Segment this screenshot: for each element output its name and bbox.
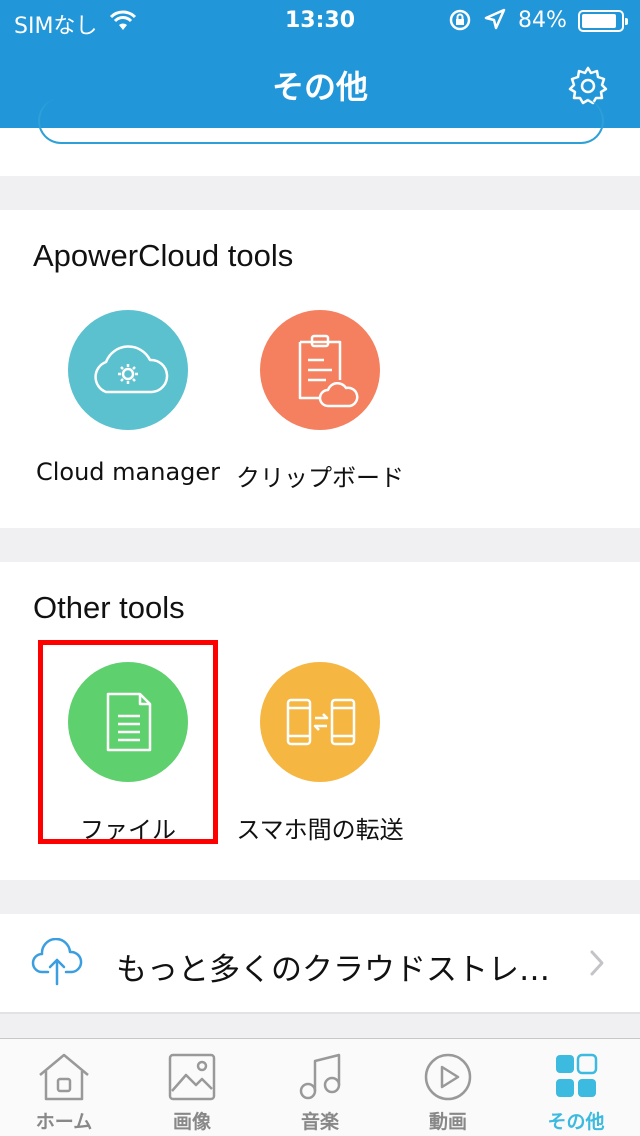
clipboard-tool[interactable]: クリップボード	[220, 310, 420, 493]
tab-label: 動画	[428, 1111, 467, 1133]
chevron-right-icon	[588, 948, 606, 982]
section-title: ApowerCloud tools	[33, 238, 294, 273]
tab-video[interactable]: 動画	[384, 1039, 512, 1136]
tab-music[interactable]: 音楽	[256, 1039, 384, 1136]
home-icon	[39, 1053, 89, 1101]
tool-label: クリップボード	[236, 464, 404, 492]
music-icon	[299, 1053, 341, 1100]
tab-images[interactable]: 画像	[128, 1039, 256, 1136]
phone-transfer-tool[interactable]: スマホ間の転送	[220, 662, 420, 845]
phone-transfer-icon	[260, 662, 380, 782]
tool-label: スマホ間の転送	[236, 816, 404, 844]
more-cloud-storage-row[interactable]: もっと多くのクラウドストレ…	[0, 914, 640, 1014]
video-play-icon	[424, 1053, 472, 1101]
divider	[0, 1012, 640, 1014]
cloud-storage-label: もっと多くのクラウドストレ…	[116, 952, 550, 988]
clipboard-cloud-icon	[260, 310, 380, 430]
apowercloud-tools-card: ApowerCloud tools Cloud manager クリップボード	[0, 210, 640, 528]
cloud-upload-icon	[30, 937, 84, 992]
location-icon	[484, 8, 506, 38]
tab-label: ホーム	[35, 1111, 93, 1133]
tool-label: Cloud manager	[35, 458, 221, 486]
tab-label: 画像	[172, 1111, 211, 1133]
scrolled-button-remnant[interactable]	[38, 98, 604, 144]
battery-percentage: 84%	[518, 8, 567, 33]
tab-label: その他	[547, 1111, 605, 1133]
tab-label: 音楽	[300, 1111, 339, 1133]
cloud-gear-icon	[68, 310, 188, 430]
section-title: Other tools	[33, 590, 185, 625]
battery-icon	[578, 10, 628, 32]
status-bar: SIMなし 13:30 84%	[0, 0, 640, 40]
tab-bar: ホーム 画像 音楽 動画 その他	[0, 1038, 640, 1136]
rotation-lock-icon	[448, 8, 472, 38]
highlight-box	[38, 640, 218, 844]
cloud-manager-tool[interactable]: Cloud manager	[28, 310, 228, 486]
grid-icon	[556, 1053, 598, 1097]
tab-home[interactable]: ホーム	[0, 1039, 128, 1136]
image-icon	[168, 1053, 216, 1101]
tab-other[interactable]: その他	[512, 1039, 640, 1136]
